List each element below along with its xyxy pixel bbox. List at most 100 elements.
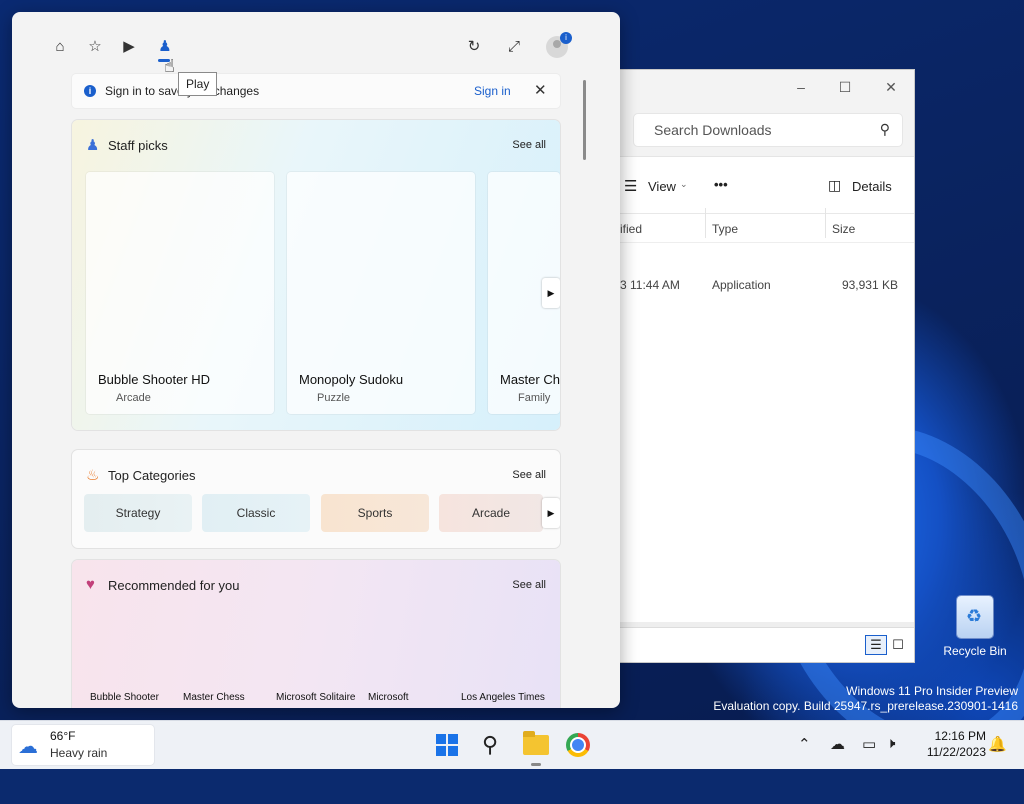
explorer-address-bar: Search Downloads ⚲ <box>600 104 914 157</box>
staff-picks-icon: ♟ <box>86 137 100 154</box>
game-category: Puzzle <box>317 392 351 404</box>
explorer-command-bar: ☰ View ⌄ ••• ◫ Details <box>600 157 914 214</box>
more-options-button[interactable]: ••• <box>714 177 728 192</box>
rain-cloud-icon: ☁ <box>18 736 38 758</box>
watermark-line-1: Windows 11 Pro Insider Preview <box>846 684 1018 698</box>
recommended-see-all[interactable]: See all <box>512 579 546 591</box>
recycle-bin-label: Recycle Bin <box>943 644 1007 658</box>
explorer-status-bar: ☰ ☐ <box>600 627 914 662</box>
search-icon[interactable]: ⚲ <box>474 729 506 761</box>
system-clock[interactable]: 12:16 PM 11/22/2023 <box>916 728 986 760</box>
play-tooltip: Play <box>178 72 218 96</box>
game-tile[interactable]: Monopoly Sudoku Puzzle <box>287 172 475 414</box>
notification-badge: i <box>560 32 572 44</box>
weather-widget[interactable]: ☁ 66°F Heavy rain <box>12 725 154 765</box>
chrome-icon[interactable] <box>566 733 590 757</box>
file-explorer-icon[interactable] <box>523 731 549 755</box>
running-indicator <box>531 763 541 766</box>
chevron-down-icon: ⌄ <box>680 179 688 189</box>
recommended-item[interactable]: Los Angeles Times <box>461 692 545 703</box>
chevron-up-icon[interactable]: ⌃ <box>798 735 811 753</box>
play-tab-icon[interactable]: ♟ <box>154 36 176 58</box>
weather-description: Heavy rain <box>50 746 108 760</box>
hand-cursor-icon: ☝ <box>164 56 175 76</box>
details-view-icon[interactable]: ☰ <box>866 636 886 654</box>
view-button[interactable]: View <box>648 179 676 194</box>
details-button[interactable]: Details <box>852 179 892 194</box>
details-pane-icon: ◫ <box>828 177 842 193</box>
info-icon: i <box>84 85 96 97</box>
search-icon: ⚲ <box>879 121 890 137</box>
volume-muted-icon[interactable]: 🕨 <box>886 735 895 752</box>
view-list-icon: ☰ <box>624 178 638 195</box>
network-icon[interactable]: ▭ <box>862 735 876 753</box>
top-categories-title: Top Categories <box>108 468 196 483</box>
game-name: Monopoly Sudoku <box>299 372 404 387</box>
home-icon[interactable]: ⌂ <box>49 36 71 58</box>
recommended-title: Recommended for you <box>108 578 240 593</box>
minimize-icon[interactable]: – <box>790 76 812 98</box>
explorer-titlebar: – ☐ ✕ <box>600 70 914 104</box>
column-divider <box>705 208 706 238</box>
column-modified[interactable]: ified <box>620 222 642 236</box>
pane-scrollbar[interactable] <box>583 80 586 160</box>
top-categories-section: ♨ Top Categories See all Strategy Classi… <box>72 450 560 548</box>
game-name: Master Chess <box>500 372 560 387</box>
recommended-item[interactable]: Bubble Shooter <box>90 692 159 703</box>
game-tile[interactable]: Bubble Shooter HD Arcade <box>86 172 274 414</box>
taskbar: ☁ 66°F Heavy rain ⚲ ⌃ ☁ ▭ 🕨 12:16 PM 11/… <box>0 720 1024 769</box>
games-pane: ⌂ ☆ ▶ ♟ ↻ ⤢ i i Sign in to save your cha… <box>12 12 620 708</box>
file-modified: 3 11:44 AM <box>620 278 680 292</box>
video-icon[interactable]: ▶ <box>118 36 140 58</box>
recommended-item[interactable]: Microsoft Solitaire <box>276 692 355 703</box>
clock-time: 12:16 PM <box>934 729 986 743</box>
column-type[interactable]: Type <box>712 222 738 236</box>
signin-link[interactable]: Sign in <box>474 84 511 98</box>
next-arrow-button[interactable]: ▶ <box>542 498 560 528</box>
recycle-bin-icon <box>957 596 993 638</box>
fire-icon: ♨ <box>86 467 100 484</box>
onedrive-offline-icon[interactable]: ☁ <box>830 735 845 753</box>
category-chip[interactable]: Sports <box>321 494 429 532</box>
file-size: 93,931 KB <box>841 278 898 292</box>
notification-bell-icon[interactable]: 🔔 <box>988 735 1007 753</box>
recommended-item[interactable]: Microsoft <box>368 692 409 703</box>
recommended-item[interactable]: Master Chess <box>183 692 245 703</box>
search-downloads-input[interactable]: Search Downloads ⚲ <box>634 114 902 146</box>
game-name: Bubble Shooter HD <box>98 372 211 387</box>
favorites-icon[interactable]: ☆ <box>84 36 106 58</box>
watermark-line-2: Evaluation copy. Build 25947.rs_prerelea… <box>713 699 1018 713</box>
refresh-icon[interactable]: ↻ <box>463 36 485 58</box>
staff-picks-section: ♟ Staff picks See all Bubble Shooter HD … <box>72 120 560 430</box>
next-arrow-button[interactable]: ▶ <box>542 278 560 308</box>
search-placeholder: Search Downloads <box>654 122 772 138</box>
heart-icon: ♥ <box>86 576 95 593</box>
recycle-bin[interactable]: Recycle Bin <box>940 596 1010 658</box>
file-type: Application <box>712 278 771 292</box>
clock-date: 11/22/2023 <box>926 745 986 759</box>
category-chip[interactable]: Strategy <box>84 494 192 532</box>
category-chip[interactable]: Arcade <box>439 494 543 532</box>
column-headers: ified Type Size <box>600 208 914 243</box>
column-size[interactable]: Size <box>832 222 855 236</box>
maximize-icon[interactable]: ☐ <box>834 76 856 98</box>
build-watermark: Windows 11 Pro Insider Preview Evaluatio… <box>713 684 1018 714</box>
top-categories-see-all[interactable]: See all <box>512 469 546 481</box>
signin-banner: i Sign in to save your changes Sign in ✕ <box>72 74 560 108</box>
staff-picks-title: Staff picks <box>108 138 168 153</box>
game-category: Family <box>518 392 551 404</box>
recommended-section: ♥ Recommended for you See all Bubble Sho… <box>72 560 560 708</box>
weather-temperature: 66°F <box>50 729 76 743</box>
file-row[interactable]: 3 11:44 AM Application 93,931 KB <box>600 278 914 298</box>
game-category: Arcade <box>116 392 151 404</box>
start-icon <box>436 734 446 744</box>
category-chip[interactable]: Classic <box>202 494 310 532</box>
close-banner-button[interactable]: ✕ <box>534 81 547 99</box>
expand-icon[interactable]: ⤢ <box>503 36 525 58</box>
tiles-view-icon[interactable]: ☐ <box>888 636 908 654</box>
column-divider <box>825 208 826 238</box>
staff-picks-see-all[interactable]: See all <box>512 139 546 151</box>
start-button[interactable] <box>436 734 458 756</box>
file-explorer-window: – ☐ ✕ Search Downloads ⚲ ☰ View ⌄ ••• ◫ … <box>600 70 914 662</box>
close-icon[interactable]: ✕ <box>880 76 902 98</box>
